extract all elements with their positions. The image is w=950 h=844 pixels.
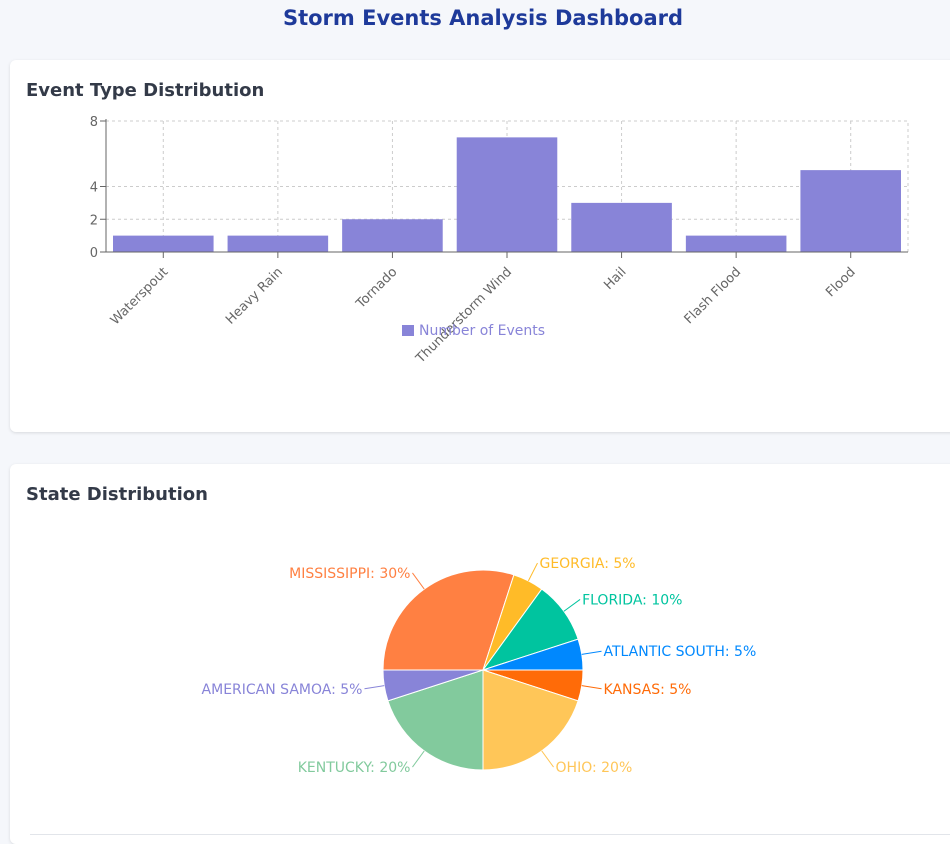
bar-flood bbox=[800, 170, 901, 252]
pie-label-ohio: OHIO: 20% bbox=[556, 760, 633, 776]
x-tick-label: Heavy Rain bbox=[223, 265, 286, 328]
legend-label: Number of Events bbox=[419, 323, 545, 339]
bar-thunderstorm-wind bbox=[456, 137, 558, 252]
bar-hail bbox=[571, 202, 672, 252]
event-type-bar-chart: 0 2 4 8 Waterspout Heavy Rain Tornado Thunderst… bbox=[90, 115, 909, 367]
pie-label-atlantic-south: ATLANTIC SOUTH: 5% bbox=[604, 644, 757, 660]
state-pie-chart: MISSISSIPPI: 30% GEORGIA: 5% FLORIDA: 10% A… bbox=[202, 556, 757, 776]
y-tick-label: 8 bbox=[90, 115, 98, 130]
x-tick-label: Waterspout bbox=[108, 265, 171, 328]
pie-label-mississippi: MISSISSIPPI: 30% bbox=[289, 566, 410, 582]
x-tick-label: Flood bbox=[823, 265, 859, 301]
x-tick-label: Flash Flood bbox=[682, 265, 745, 328]
x-tick-label: Tornado bbox=[353, 265, 401, 313]
pie-leader-atlantic-south bbox=[581, 650, 602, 655]
y-tick-label: 2 bbox=[90, 213, 98, 228]
bar-flash-flood bbox=[685, 235, 787, 252]
bar-tornado bbox=[342, 219, 443, 252]
y-tick-label: 0 bbox=[90, 246, 98, 261]
pie-label-georgia: GEORGIA: 5% bbox=[539, 556, 635, 572]
x-tick-label: Hail bbox=[601, 265, 629, 293]
pie-leader-ohio bbox=[541, 750, 554, 768]
pie-label-american-samoa: AMERICAN SAMOA: 5% bbox=[202, 682, 363, 698]
pie-leader-mississippi bbox=[412, 572, 425, 590]
legend-swatch bbox=[402, 325, 414, 336]
pie-leader-georgia bbox=[527, 562, 538, 582]
bar-waterspout bbox=[113, 235, 214, 252]
state-distribution-card: State Distribution MISSISSIPPI: 30% GEORG… bbox=[10, 464, 950, 844]
pie-label-kentucky: KENTUCKY: 20% bbox=[298, 760, 411, 776]
pie-leader-american-samoa bbox=[364, 685, 385, 690]
pie-label-kansas: KANSAS: 5% bbox=[604, 682, 692, 698]
pie-leader-florida bbox=[563, 599, 581, 612]
divider bbox=[30, 834, 950, 835]
event-type-card: Event Type Distribution 0 2 4 8 Waterspout He… bbox=[10, 60, 950, 432]
y-tick-label: 4 bbox=[90, 181, 98, 196]
dashboard-title: Storm Events Analysis Dashboard bbox=[282, 6, 684, 30]
x-tick-label: Thunderstorm Wind bbox=[413, 265, 515, 367]
pie-label-florida: FLORIDA: 10% bbox=[582, 592, 682, 608]
pie-leader-kentucky bbox=[412, 750, 425, 768]
pie-leader-kansas bbox=[581, 685, 602, 690]
bar-heavy-rain bbox=[227, 235, 329, 252]
